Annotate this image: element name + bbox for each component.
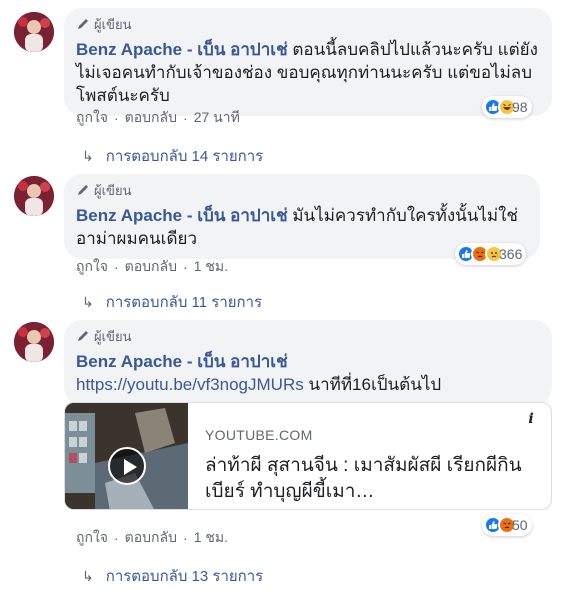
timestamp-link[interactable]: 1 ชม. — [194, 527, 228, 549]
replies-count-label[interactable]: การตอบกลับ 11 รายการ — [106, 290, 262, 314]
comment-text: Benz Apache - เบ็น อาปาเช่ https://youtu.… — [76, 350, 540, 396]
pencil-icon — [78, 19, 88, 29]
author-badge-label: ผู้เขียน — [94, 182, 132, 198]
pencil-icon — [78, 185, 88, 195]
like-button[interactable]: ถูกใจ — [76, 527, 108, 549]
reaction-count: 98 — [512, 99, 528, 115]
comment-actions: ถูกใจ · ตอบกลับ · 27 นาที — [76, 107, 240, 129]
separator: · — [114, 259, 119, 275]
view-replies[interactable]: ↳ การตอบกลับ 14 รายการ — [82, 144, 263, 168]
play-icon[interactable] — [108, 447, 146, 485]
comment-actions: ถูกใจ · ตอบกลับ · 1 ชม. — [76, 527, 228, 549]
reply-button[interactable]: ตอบกลับ — [125, 256, 177, 278]
view-replies[interactable]: ↳ การตอบกลับ 13 รายการ — [82, 564, 263, 588]
author-name[interactable]: Benz Apache - เบ็น อาปาเช่ — [76, 206, 288, 225]
separator: · — [183, 110, 188, 126]
author-name[interactable]: Benz Apache - เบ็น อาปาเช่ — [76, 352, 288, 371]
reply-arrow-icon: ↳ — [82, 293, 94, 310]
author-badge-label: ผู้เขียน — [94, 328, 132, 344]
reaction-count: 366 — [499, 246, 523, 262]
separator: · — [183, 530, 188, 546]
timestamp-link[interactable]: 27 นาที — [194, 107, 240, 129]
reaction-summary[interactable]: 50 — [482, 514, 532, 536]
reaction-count: 50 — [512, 517, 528, 533]
comment-bubble: ผู้เขียน Benz Apache - เบ็น อาปาเช่ ตอนน… — [64, 8, 552, 116]
author-badge-label: ผู้เขียน — [94, 16, 132, 32]
separator: · — [183, 259, 188, 275]
reaction-summary[interactable]: 366 — [455, 243, 527, 265]
author-badge: ผู้เขียน — [76, 16, 540, 32]
comment-actions: ถูกใจ · ตอบกลับ · 1 ชม. — [76, 256, 228, 278]
replies-count-label[interactable]: การตอบกลับ 14 รายการ — [106, 144, 263, 168]
view-replies[interactable]: ↳ การตอบกลับ 11 รายการ — [82, 290, 262, 314]
separator: · — [114, 530, 119, 546]
separator: · — [114, 110, 119, 126]
video-thumbnail[interactable] — [65, 403, 188, 509]
comment-bubble: ผู้เขียน Benz Apache - เบ็น อาปาเช่ https… — [64, 320, 552, 405]
reaction-summary[interactable]: 98 — [482, 96, 532, 118]
link-domain: YOUTUBE.COM — [205, 427, 313, 443]
youtube-link[interactable]: https://youtu.be/vf3nogJMURs — [76, 375, 304, 394]
pencil-icon — [78, 331, 88, 341]
author-badge: ผู้เขียน — [76, 182, 528, 198]
avatar[interactable] — [14, 176, 54, 216]
info-icon[interactable]: i — [519, 407, 543, 431]
link-preview-card[interactable]: YOUTUBE.COM ล่าท้าผี สุสานจีน : เมาสัมผั… — [64, 402, 552, 510]
avatar[interactable] — [14, 12, 54, 52]
link-title[interactable]: ล่าท้าผี สุสานจีน : เมาสัมผัสผี เรียกผีก… — [205, 453, 540, 505]
author-badge: ผู้เขียน — [76, 328, 540, 344]
like-button[interactable]: ถูกใจ — [76, 256, 108, 278]
replies-count-label[interactable]: การตอบกลับ 13 รายการ — [106, 564, 263, 588]
like-button[interactable]: ถูกใจ — [76, 107, 108, 129]
avatar[interactable] — [14, 322, 54, 362]
author-name[interactable]: Benz Apache - เบ็น อาปาเช่ — [76, 40, 288, 59]
comment-text: Benz Apache - เบ็น อาปาเช่ มันไม่ควรทำกั… — [76, 204, 528, 250]
reply-arrow-icon: ↳ — [82, 567, 94, 584]
reply-arrow-icon: ↳ — [82, 147, 94, 164]
comment-body: นาทีที่16เป็นต้นไป — [303, 375, 442, 394]
timestamp-link[interactable]: 1 ชม. — [194, 256, 228, 278]
reply-button[interactable]: ตอบกลับ — [125, 107, 177, 129]
reply-button[interactable]: ตอบกลับ — [125, 527, 177, 549]
comment-text: Benz Apache - เบ็น อาปาเช่ ตอนนี้ลบคลิปไ… — [76, 38, 540, 107]
